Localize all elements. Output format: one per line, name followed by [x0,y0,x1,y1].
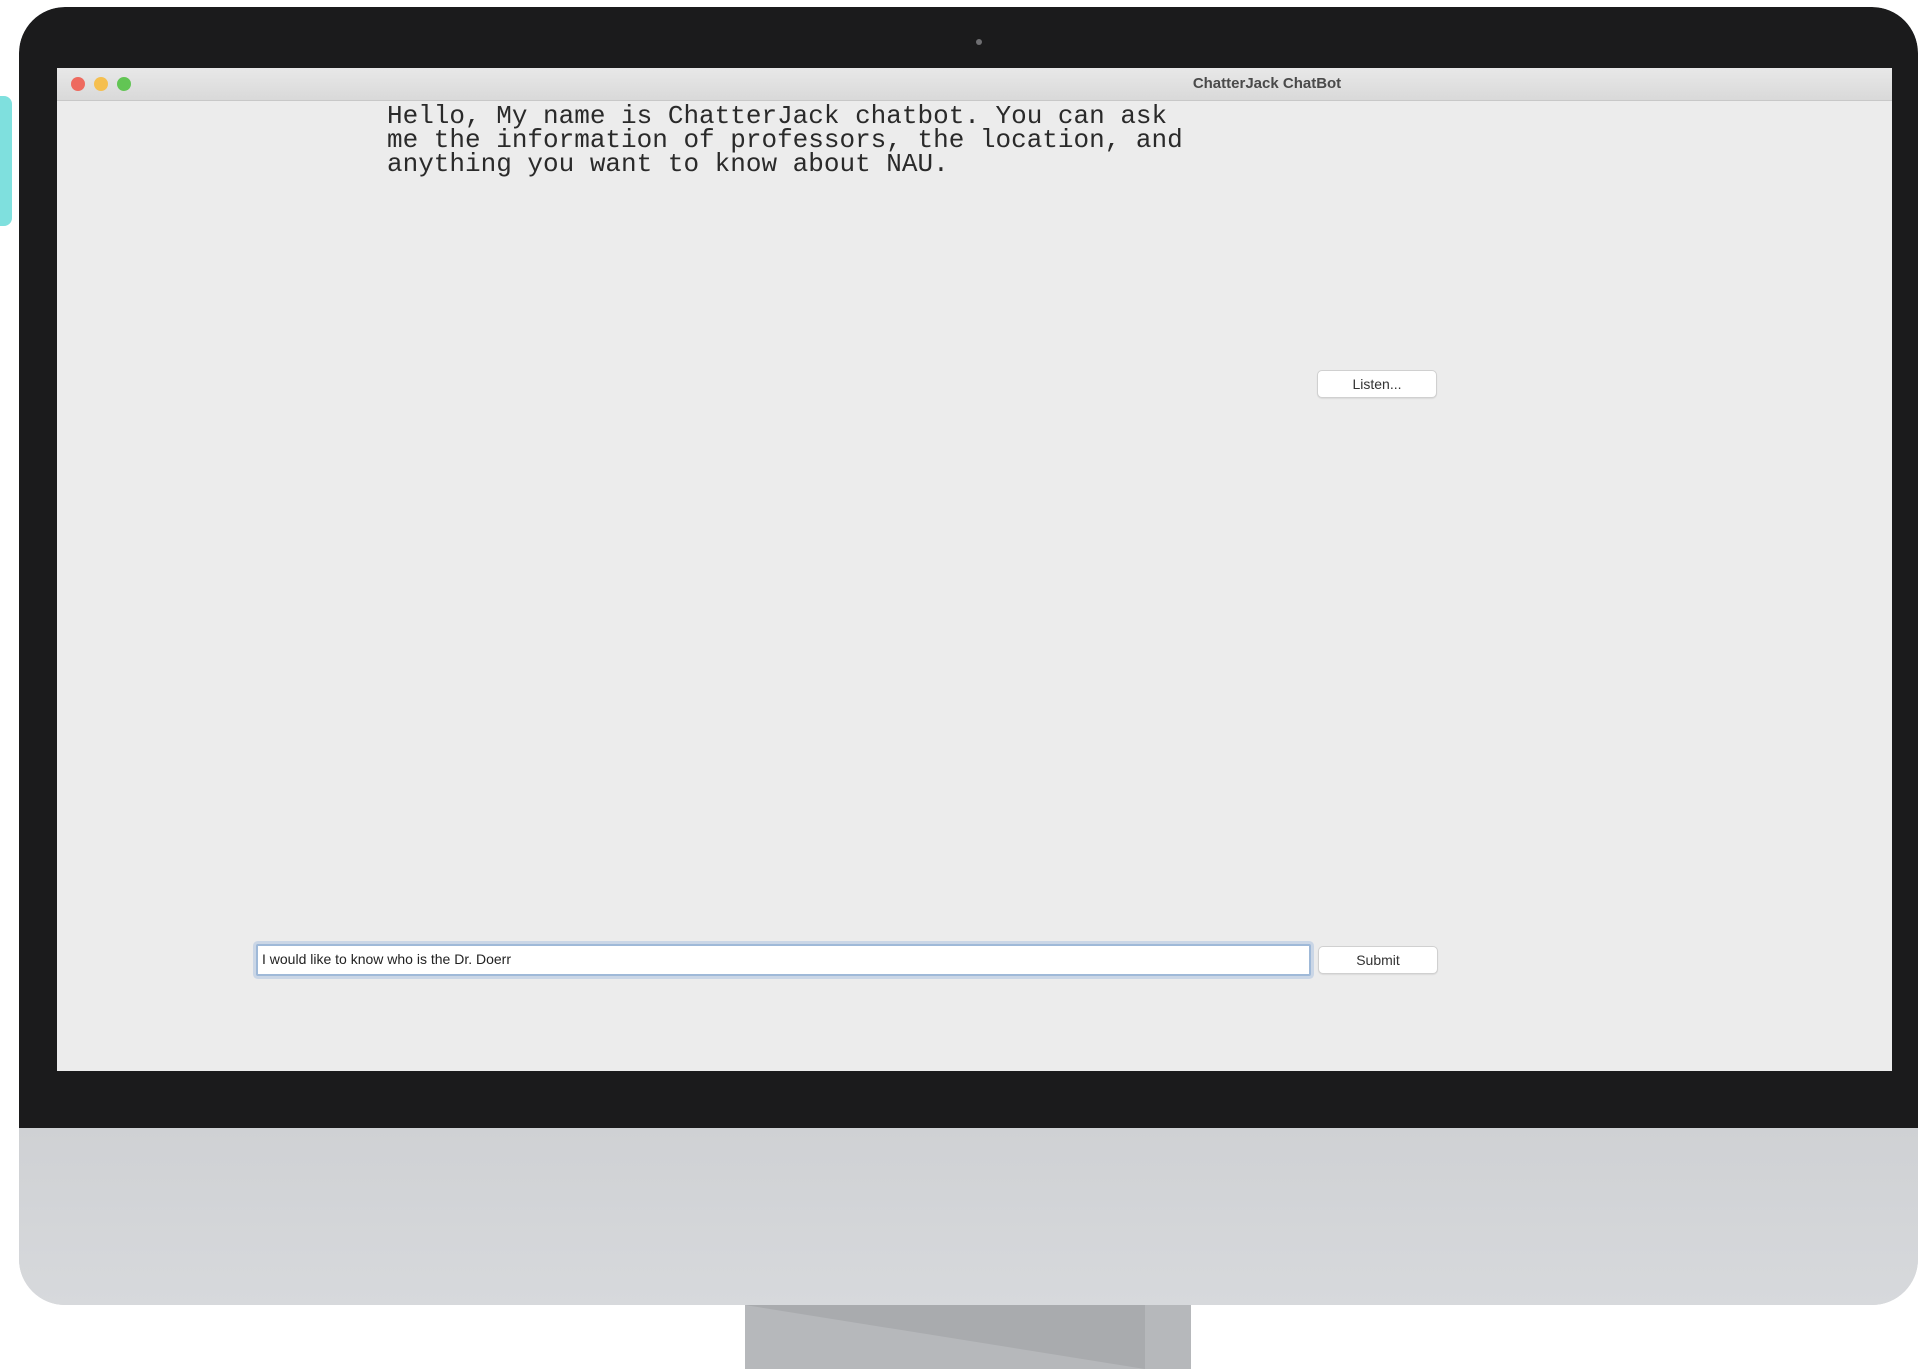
stand-shadow [745,1305,1145,1369]
monitor-stand [745,1305,1191,1369]
maximize-window-button[interactable] [117,77,131,91]
chat-input[interactable] [262,948,1302,970]
close-window-button[interactable] [71,77,85,91]
app-window: ChatterJack ChatBot Hello, My name is Ch… [57,68,1892,1071]
monitor-chin [19,1128,1918,1305]
window-title: ChatterJack ChatBot [1192,75,1342,92]
listen-button[interactable]: Listen... [1317,370,1437,398]
camera-icon [969,37,989,47]
chatbot-response-text: Hello, My name is ChatterJack chatbot. Y… [387,101,1183,179]
minimize-window-button[interactable] [94,77,108,91]
chat-input-field[interactable] [256,944,1311,976]
window-titlebar: ChatterJack ChatBot [57,68,1892,101]
side-tab [0,96,12,226]
submit-button[interactable]: Submit [1318,946,1438,974]
camera-lens [976,39,982,45]
